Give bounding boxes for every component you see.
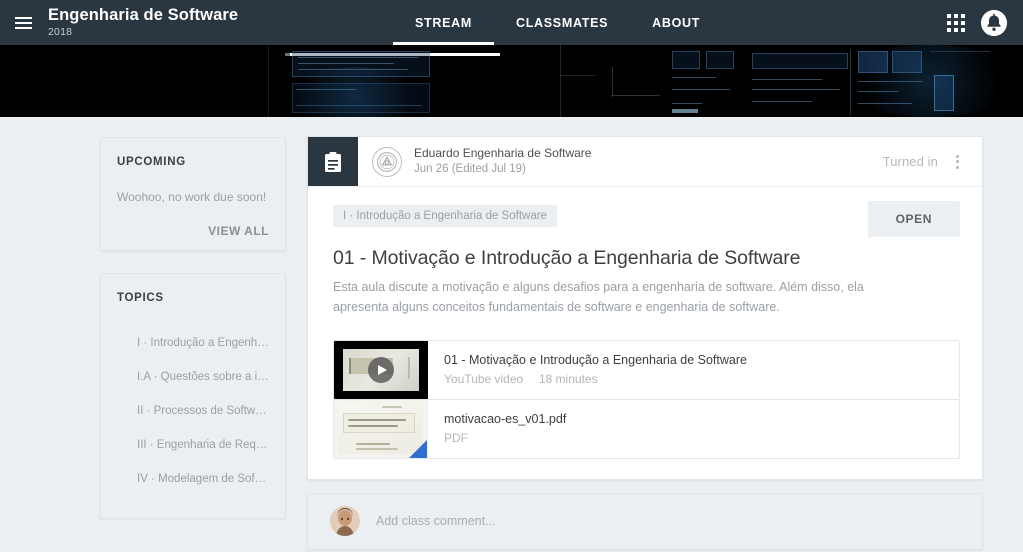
attachment-pdf-info: motivacao-es_v01.pdf PDF <box>428 400 959 458</box>
pdf-document-thumbnail <box>334 399 428 458</box>
attachment-list: 01 - Motivação e Introdução a Engenharia… <box>333 339 960 459</box>
upcoming-heading: UPCOMING <box>117 156 186 168</box>
class-year: 2018 <box>48 25 73 38</box>
attachment-pdf-title: motivacao-es_v01.pdf <box>444 412 567 426</box>
hamburger-menu-icon[interactable] <box>0 0 46 45</box>
account-avatar-icon[interactable] <box>981 9 1007 36</box>
post-status-area: Turned in <box>883 137 982 186</box>
attachment-video-meta: YouTube video 18 minutes <box>444 372 959 386</box>
post-title: 01 - Motivação e Introdução a Engenharia… <box>333 247 801 269</box>
attachment-video-duration: 18 minutes <box>538 372 598 386</box>
post-body: I · Introdução a Engenharia de Software … <box>308 187 982 479</box>
attachment-video-type: YouTube video <box>444 372 524 386</box>
post-date: Jun 26 (Edited Jul 19) <box>414 163 526 176</box>
add-comment-bar[interactable] <box>307 492 983 550</box>
attachment-video-title: 01 - Motivação e Introdução a Engenharia… <box>444 353 747 367</box>
tab-classmates[interactable]: CLASSMATES <box>494 0 630 45</box>
class-title-block: Engenharia de Software 2018 <box>48 6 239 38</box>
post-topic-chip[interactable]: I · Introdução a Engenharia de Software <box>333 205 557 227</box>
sidebar-topic-1[interactable]: I · Introdução a Engenharia... <box>117 326 269 360</box>
post-author-block: Eduardo Engenharia de Software Jun 26 (E… <box>358 137 883 186</box>
attachment-pdf[interactable]: motivacao-es_v01.pdf PDF <box>333 399 960 459</box>
status-badge: Turned in <box>882 154 938 169</box>
topics-heading: TOPICS <box>117 292 164 304</box>
apps-grid-icon[interactable] <box>945 12 967 34</box>
school-seal-icon <box>372 146 402 177</box>
class-banner <box>0 45 1023 117</box>
view-all-button[interactable]: VIEW ALL <box>117 224 269 238</box>
attachment-pdf-meta: PDF <box>444 431 468 445</box>
post-description: Esta aula discute a motivação e alguns d… <box>333 280 864 315</box>
comment-input[interactable] <box>376 514 796 528</box>
topics-card: TOPICS I · Introdução a Engenharia... I.… <box>100 273 286 519</box>
post-author-name: Eduardo Engenharia de Software <box>414 146 592 161</box>
topbar-actions <box>945 0 1015 45</box>
page-title: Engenharia de Software <box>48 6 239 25</box>
nav-tabs: STREAM CLASSMATES ABOUT <box>393 0 722 45</box>
page-content: UPCOMING Woohoo, no work due soon! VIEW … <box>0 117 1023 552</box>
pdf-corner-fold <box>409 439 427 458</box>
post-header: Eduardo Engenharia de Software Jun 26 (E… <box>308 137 982 187</box>
tab-about[interactable]: ABOUT <box>630 0 722 45</box>
sidebar-topic-2[interactable]: I.A · Questões sobre a intro... <box>117 360 269 394</box>
stream-column: Eduardo Engenharia de Software Jun 26 (E… <box>307 136 983 550</box>
assignment-post-card: Eduardo Engenharia de Software Jun 26 (E… <box>307 136 983 480</box>
upcoming-card: UPCOMING Woohoo, no work due soon! VIEW … <box>100 137 286 251</box>
video-play-thumbnail <box>334 340 428 399</box>
play-icon <box>368 356 394 383</box>
sidebar-topic-4[interactable]: III · Engenharia de Requisit... <box>117 428 269 462</box>
tab-stream[interactable]: STREAM <box>393 0 494 45</box>
open-button[interactable]: OPEN <box>867 201 960 237</box>
banner-left-fade <box>0 45 290 117</box>
user-avatar-icon <box>330 506 360 536</box>
author-lines: Eduardo Engenharia de Software Jun 26 (E… <box>414 145 591 178</box>
attachment-video-info: 01 - Motivação e Introdução a Engenharia… <box>428 341 959 399</box>
assignment-clipboard-icon <box>308 137 358 186</box>
sidebar-topic-5[interactable]: IV · Modelagem de Software <box>117 462 269 496</box>
upcoming-message: Woohoo, no work due soon! <box>117 190 267 204</box>
more-options-kebab-icon[interactable] <box>944 149 970 175</box>
sidebar-topic-3[interactable]: II · Processos de Software <box>117 394 269 428</box>
sidebar: UPCOMING Woohoo, no work due soon! VIEW … <box>100 137 286 519</box>
top-app-bar: Engenharia de Software 2018 STREAM CLASS… <box>0 0 1023 45</box>
attachment-video[interactable]: 01 - Motivação e Introdução a Engenharia… <box>333 339 960 400</box>
